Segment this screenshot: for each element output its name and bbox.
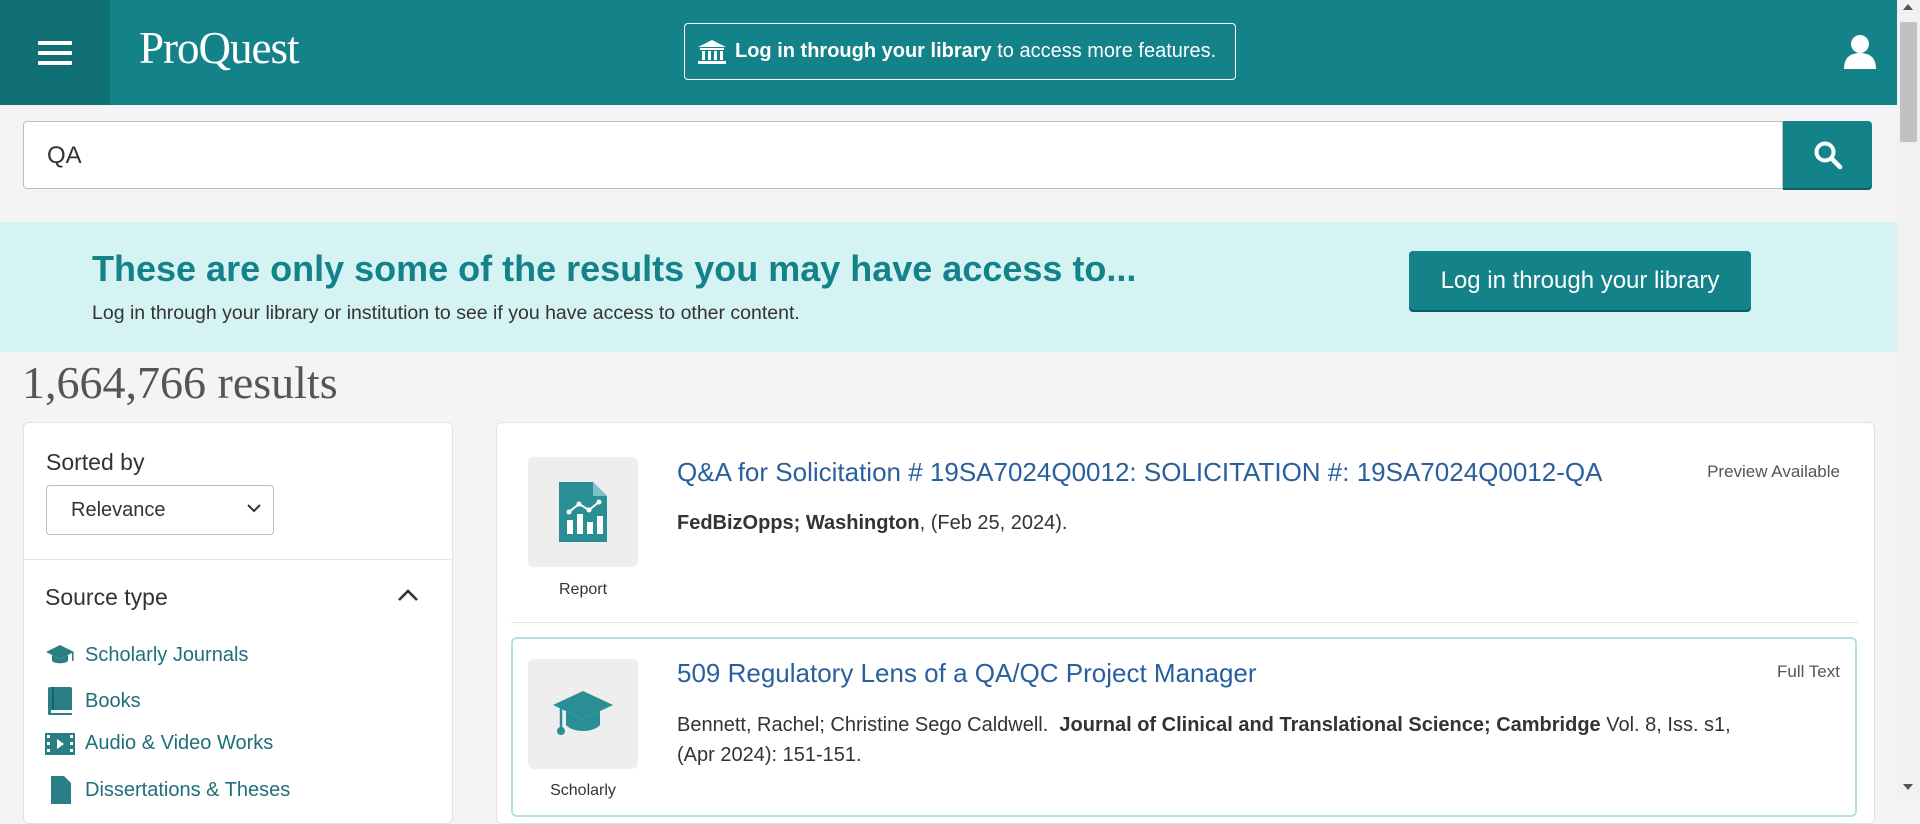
- source-type-books[interactable]: Books: [45, 686, 141, 716]
- chevron-down-icon: [247, 504, 261, 513]
- results-count: 1,664,766 results: [22, 357, 338, 408]
- source-type-label: Books: [85, 689, 141, 712]
- scrollbar-thumb[interactable]: [1900, 22, 1917, 142]
- sidebar-divider: [24, 559, 451, 560]
- hamburger-icon: [38, 35, 72, 71]
- menu-button[interactable]: [0, 0, 110, 105]
- result-thumbnail[interactable]: [528, 659, 638, 769]
- filter-sidebar: [23, 422, 453, 824]
- proquest-logo[interactable]: ProQuest: [139, 22, 299, 74]
- result-separator: [511, 622, 1858, 623]
- result-title-link[interactable]: Q&A for Solicitation # 19SA7024Q0012: SO…: [677, 457, 1602, 488]
- result-date: , (Feb 25, 2024).: [919, 512, 1068, 534]
- sort-select-value: Relevance: [71, 498, 166, 521]
- document-icon: [51, 776, 71, 804]
- source-type-audio-video[interactable]: Audio & Video Works: [45, 732, 273, 755]
- result-publication: FedBizOpps; Washington: [677, 512, 920, 534]
- result-citation: FedBizOpps; Washington, (Feb 25, 2024).: [677, 508, 1067, 538]
- result-availability: Preview Available: [1707, 462, 1840, 481]
- result-type-label: Report: [558, 581, 608, 598]
- source-type-scholarly-journals[interactable]: Scholarly Journals: [45, 643, 248, 667]
- result-publication: Journal of Clinical and Translational Sc…: [1059, 714, 1601, 736]
- scroll-down-arrow-icon[interactable]: [1903, 784, 1913, 790]
- result-type-label: Scholarly: [550, 782, 616, 799]
- login-library-button[interactable]: Log in through your library: [1409, 251, 1751, 310]
- user-icon[interactable]: [1843, 34, 1877, 70]
- source-type-heading: Source type: [45, 584, 168, 610]
- sort-select[interactable]: Relevance: [46, 485, 274, 535]
- result-title-link[interactable]: 509 Regulatory Lens of a QA/QC Project M…: [677, 658, 1257, 689]
- result-availability: Full Text: [1777, 662, 1840, 681]
- search-icon: [1814, 141, 1842, 169]
- search-button[interactable]: [1783, 121, 1872, 188]
- access-banner-title: These are only some of the results you m…: [92, 248, 1137, 289]
- film-icon: [45, 732, 75, 755]
- mortarboard-icon: [553, 691, 613, 735]
- source-type-label: Audio & Video Works: [85, 732, 274, 754]
- result-authors: Bennett, Rachel; Christine Sego Caldwell…: [677, 714, 1060, 736]
- access-banner-subtitle: Log in through your library or instituti…: [92, 302, 800, 324]
- report-icon: [559, 482, 607, 542]
- book-icon: [48, 687, 72, 715]
- result-date: (Apr 2024): 151-151.: [677, 744, 862, 766]
- search-input[interactable]: QA: [23, 121, 1783, 189]
- source-type-label: Scholarly Journals: [85, 643, 249, 666]
- chevron-up-icon[interactable]: [397, 588, 419, 602]
- institution-icon: [698, 39, 726, 64]
- login-banner-text: to access more features.: [991, 40, 1217, 62]
- result-citation: Bennett, Rachel; Christine Sego Caldwell…: [677, 710, 1847, 770]
- result-thumbnail[interactable]: [528, 457, 638, 567]
- sort-label: Sorted by: [46, 449, 145, 475]
- result-volume: Vol. 8, Iss. s1,: [1600, 714, 1731, 736]
- mortarboard-icon: [46, 645, 74, 664]
- login-banner-bold: Log in through your library: [735, 40, 992, 62]
- source-type-label: Dissertations & Theses: [85, 778, 291, 801]
- login-library-banner[interactable]: Log in through your library to access mo…: [684, 23, 1236, 80]
- source-type-dissertations[interactable]: Dissertations & Theses: [45, 775, 290, 805]
- scroll-up-arrow-icon[interactable]: [1903, 4, 1913, 10]
